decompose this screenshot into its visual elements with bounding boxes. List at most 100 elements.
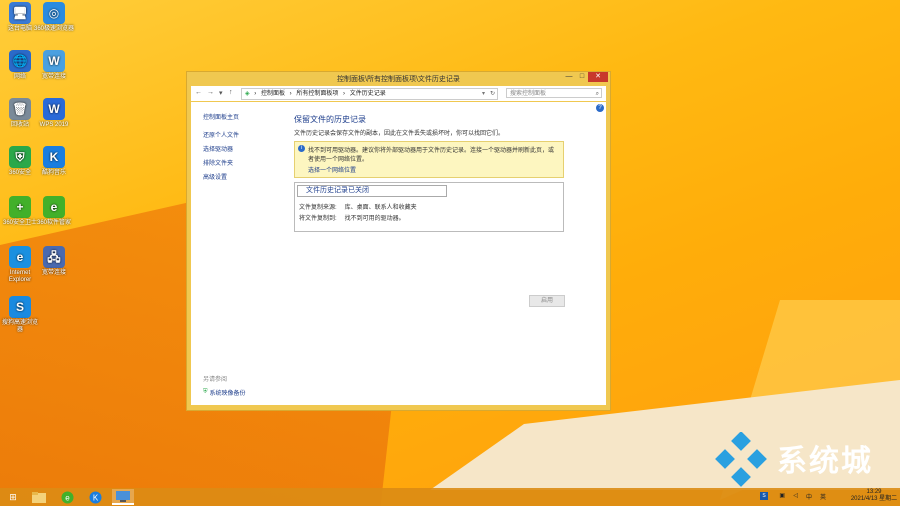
search-icon[interactable]: ⌕ (596, 89, 599, 99)
svg-text:K: K (92, 493, 98, 502)
desktop-icon[interactable]: e 360软件管家 (34, 196, 74, 227)
watermark-logo-icon (715, 432, 767, 487)
see-also-title: 另请参阅 (203, 377, 228, 383)
title-bar[interactable]: 控制面板\所有控制面板项\文件历史记录 — □ ✕ (187, 72, 610, 84)
control-panel-taskbar-icon[interactable] (112, 489, 134, 505)
status-header: 文件历史记录已关闭 (297, 185, 447, 197)
desktop-icon[interactable]: K 酷狗音乐 (34, 146, 74, 177)
network-icon[interactable]: ▣ (779, 492, 785, 499)
app-icon: e (9, 246, 31, 268)
back-arrow-icon[interactable]: ← (195, 89, 202, 96)
app-icon: W (43, 98, 65, 120)
clock-date: 2021/4/13 星期二 (850, 496, 898, 502)
start-button[interactable]: ⊞ (2, 489, 24, 505)
360-software-manager-icon[interactable]: e (56, 489, 78, 505)
copy-source-row: 文件复制来源: 库、桌面、联系人和收藏夹 (299, 202, 417, 211)
system-image-backup-link[interactable]: ⛨ 系统映像备份 (203, 388, 246, 397)
control-panel-icon: ◈ (245, 91, 250, 97)
desktop-icon[interactable]: ◎ 360极速浏览器 (34, 2, 74, 33)
system-image-backup-label: 系统映像备份 (209, 391, 246, 397)
copy-source-value: 库、桌面、联系人和收藏夹 (344, 205, 417, 211)
desktop-icon-label: 360极速浏览器 (34, 26, 75, 32)
breadcrumb-sep: › (254, 91, 257, 97)
nav-control-panel-home[interactable]: 控制面板主页 (203, 112, 283, 121)
app-icon: 🗑 (9, 98, 31, 120)
kugou-music-icon[interactable]: K (84, 489, 106, 505)
search-placeholder: 搜索控制面板 (510, 91, 547, 97)
recent-dropdown-icon[interactable]: ▾ (219, 89, 223, 97)
address-dropdown-icon[interactable]: ▾ (482, 89, 485, 99)
app-icon: 🖥 (9, 2, 31, 24)
breadcrumb-control-panel[interactable]: 控制面板 (261, 91, 285, 97)
desktop: 🖥 这台电脑 ◎ 360极速浏览器 🌐 网络 W 宽带连接 🗑 回收站 W WPS 2019 ⛨ 360安… (0, 0, 900, 506)
info-icon: i (298, 145, 305, 152)
nav-select-drive[interactable]: 选择驱动器 (203, 144, 283, 153)
app-icon: 🖧 (43, 246, 65, 268)
copy-target-label: 将文件复制到: (299, 216, 337, 222)
breadcrumb-sep: › (343, 91, 346, 97)
info-text: 找不到可用驱动器。建议你将外部驱动器用于文件历史记录。连接一个驱动器并刷新此页，… (308, 148, 555, 163)
desktop-icon[interactable]: W WPS 2019 (34, 98, 74, 129)
sogou-input-icon[interactable]: S (760, 492, 768, 500)
app-icon: e (43, 196, 65, 218)
left-nav: 控制面板主页 还原个人文件 选择驱动器 排除文件夹 高级设置 (203, 112, 283, 186)
app-icon: S (9, 296, 31, 318)
desktop-icon-label: 360软件管家 (36, 220, 71, 226)
language-indicator[interactable]: 英 (820, 492, 826, 501)
forward-arrow-icon[interactable]: → (207, 89, 214, 96)
window-title: 控制面板\所有控制面板项\文件历史记录 (337, 76, 460, 83)
enable-button[interactable]: 启用 (529, 295, 565, 307)
clock-time: 13:29 (866, 489, 882, 495)
watermark-text: 系统城 (777, 444, 873, 479)
network-location-link[interactable]: 选择一个网络位置 (308, 165, 559, 174)
copy-source-label: 文件复制来源: (299, 205, 337, 211)
page-description: 文件历史记录会保存文件的副本，因此在文件丢失或损坏时，你可以找回它们。 (294, 131, 505, 137)
breadcrumb-file-history[interactable]: 文件历史记录 (350, 91, 386, 97)
desktop-icon-label: 宽带连接 (41, 270, 66, 276)
help-icon[interactable]: ? (596, 104, 604, 112)
window-content: ? 控制面板主页 还原个人文件 选择驱动器 排除文件夹 高级设置 另请参阅 ⛨ … (191, 102, 606, 405)
app-icon: K (43, 146, 65, 168)
file-history-window: 控制面板\所有控制面板项\文件历史记录 — □ ✕ ← → ▾ ↑ ◈ › 控制… (186, 71, 611, 411)
desktop-icon[interactable]: 🖧 宽带连接 (34, 246, 74, 277)
refresh-icon[interactable]: ↻ (490, 89, 495, 99)
app-icon: 🌐 (9, 50, 31, 72)
page-title: 保留文件的历史记录 (294, 115, 366, 124)
copy-target-row: 将文件复制到: 找不到可用的驱动器。 (299, 213, 405, 222)
svg-text:e: e (65, 493, 70, 502)
up-arrow-icon[interactable]: ↑ (229, 89, 233, 96)
desktop-icon-label: 搜狗高速浏览器 (1, 320, 38, 333)
search-input[interactable]: 搜索控制面板 ⌕ (506, 88, 602, 98)
watermark: 系统城 (712, 432, 892, 492)
status-panel: 文件历史记录已关闭 文件复制来源: 库、桌面、联系人和收藏夹 将文件复制到: 找不到… (294, 182, 564, 232)
file-explorer-icon[interactable] (28, 489, 50, 505)
app-icon: + (9, 196, 31, 218)
breadcrumb-all-items[interactable]: 所有控制面板项 (296, 91, 338, 97)
maximize-button[interactable]: □ (576, 72, 588, 82)
app-icon: ◎ (43, 2, 65, 24)
nav-exclude-folders[interactable]: 排除文件夹 (203, 158, 283, 167)
app-icon: W (43, 50, 65, 72)
desktop-icon-label: WPS 2019 (39, 122, 69, 128)
desktop-icon[interactable]: W 宽带连接 (34, 50, 74, 81)
nav-advanced-settings[interactable]: 高级设置 (203, 172, 283, 181)
volume-icon[interactable]: ◁ (793, 492, 798, 499)
breadcrumb-sep: › (289, 91, 292, 97)
desktop-icon[interactable]: S 搜狗高速浏览器 (0, 296, 40, 334)
minimize-button[interactable]: — (563, 72, 575, 82)
copy-target-value: 找不到可用的驱动器。 (344, 216, 405, 222)
app-icon: ⛨ (9, 146, 31, 168)
see-also: 另请参阅 ⛨ 系统映像备份 (203, 374, 246, 397)
ime-indicator[interactable]: 中 (806, 492, 812, 501)
nav-restore-files[interactable]: 还原个人文件 (203, 130, 283, 139)
taskbar: ⊞ e K S ▣ ◁ 中 英 13:29 2021/4/13 星期二 (0, 488, 900, 506)
desktop-icon-label: 酷狗音乐 (41, 170, 66, 176)
info-banner: i 找不到可用驱动器。建议你将外部驱动器用于文件历史记录。连接一个驱动器并刷新此… (294, 141, 564, 178)
address-input[interactable]: ◈ › 控制面板 › 所有控制面板项 › 文件历史记录 ▾ ↻ (241, 88, 498, 100)
close-button[interactable]: ✕ (588, 72, 608, 82)
clock[interactable]: 13:29 2021/4/13 星期二 (850, 489, 898, 503)
shield-icon: ⛨ (203, 389, 208, 395)
desktop-icon-label: 宽带连接 (41, 74, 66, 80)
address-bar-row: ← → ▾ ↑ ◈ › 控制面板 › 所有控制面板项 › 文件历史记录 ▾ ↻ … (191, 86, 606, 101)
main-panel: 保留文件的历史记录 文件历史记录会保存文件的副本，因此在文件丢失或损坏时，你可以… (294, 114, 564, 232)
